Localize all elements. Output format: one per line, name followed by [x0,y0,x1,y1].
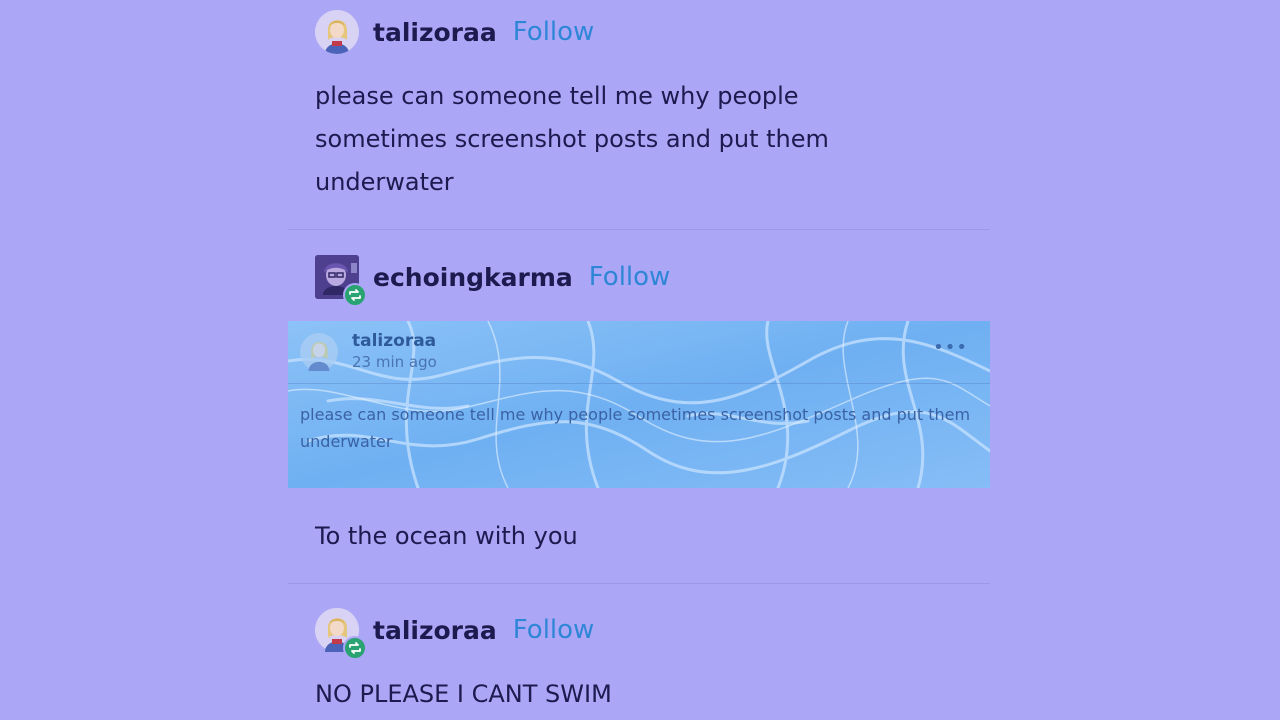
embedded-header: talizoraa 23 min ago [300,331,437,373]
post-header: talizoraa Follow [315,608,595,660]
post-body: please can someone tell me why people so… [315,82,829,196]
embedded-divider [288,383,990,384]
post-header: echoingkarma Follow [315,255,671,307]
username[interactable]: talizoraa [373,616,497,645]
avatar[interactable] [315,608,367,660]
avatar[interactable] [315,255,367,307]
post-divider [288,583,990,584]
reblog-icon [349,289,361,301]
embedded-username: talizoraa [352,331,437,351]
tumblr-feed: talizoraa Follow please can someone tell… [0,0,1280,720]
username[interactable]: talizoraa [373,18,497,47]
embedded-post-body: please can someone tell me why people so… [300,405,971,451]
follow-button[interactable]: Follow [589,262,671,292]
post-divider [288,229,990,230]
post-body: NO PLEASE I CANT SWIM [315,680,612,708]
more-dots-icon: ••• [933,337,968,358]
embedded-screenshot: talizoraa 23 min ago ••• please can some… [288,321,990,488]
username[interactable]: echoingkarma [373,263,573,292]
post-header: talizoraa Follow [315,10,594,54]
avatar[interactable] [315,10,359,54]
reblog-icon [349,642,361,654]
avatar [300,333,338,371]
embedded-timestamp: 23 min ago [352,353,437,371]
reblog-badge [343,283,367,307]
avatar-anime-girl-icon [300,333,338,371]
post-body: To the ocean with you [315,522,578,550]
avatar-anime-girl-icon [315,10,359,54]
reblog-badge [343,636,367,660]
follow-button[interactable]: Follow [513,615,595,645]
follow-button[interactable]: Follow [513,17,595,47]
